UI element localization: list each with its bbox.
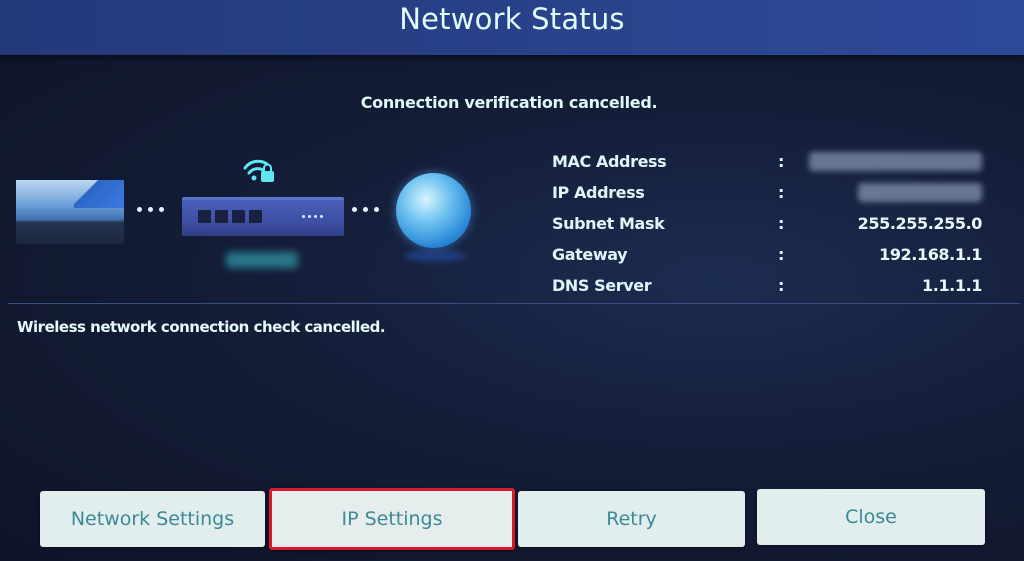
wifi-lock-icon (243, 159, 274, 182)
info-separator: : (778, 214, 784, 233)
info-value: 1.1.1.1 (922, 276, 982, 295)
connection-dots-left (137, 207, 164, 212)
page-title: Network Status (399, 2, 625, 36)
info-value-obscured: 192.168.1.100 (857, 183, 982, 202)
globe-icon (396, 173, 471, 248)
info-separator: : (778, 152, 784, 171)
network-info-table: MAC Address : XX:XX:XX:XX:XX:XX IP Addre… (552, 150, 982, 305)
ip-settings-button[interactable]: IP Settings (269, 488, 515, 550)
info-label: DNS Server (552, 276, 652, 295)
info-row-dns-server: DNS Server : 1.1.1.1 (552, 274, 982, 305)
network-settings-button[interactable]: Network Settings (40, 491, 265, 547)
info-row-subnet-mask: Subnet Mask : 255.255.255.0 (552, 212, 982, 243)
section-divider (8, 303, 1020, 304)
info-row-ip-address: IP Address : 192.168.1.100 (552, 181, 982, 212)
tv-icon (16, 180, 124, 244)
wireless-status-message: Wireless network connection check cancel… (17, 318, 386, 336)
info-label: MAC Address (552, 152, 667, 171)
info-row-gateway: Gateway : 192.168.1.1 (552, 243, 982, 274)
info-label: Subnet Mask (552, 214, 665, 233)
info-label: Gateway (552, 245, 628, 264)
info-separator: : (778, 245, 784, 264)
router-icon (182, 197, 344, 236)
retry-button[interactable]: Retry (518, 491, 745, 547)
info-value-obscured: XX:XX:XX:XX:XX:XX (808, 152, 982, 171)
verification-status-text: Connection verification cancelled. (360, 93, 658, 112)
info-value: 255.255.255.0 (857, 214, 983, 233)
header-bar: Network Status (0, 0, 1024, 55)
info-separator: : (778, 183, 784, 202)
info-value: 192.168.1.1 (879, 245, 982, 264)
router-name-obscured (226, 252, 298, 268)
globe-reflection (404, 250, 466, 262)
info-row-mac-address: MAC Address : XX:XX:XX:XX:XX:XX (552, 150, 982, 181)
connection-dots-right (352, 207, 379, 212)
close-button[interactable]: Close (757, 489, 985, 545)
info-separator: : (778, 276, 784, 295)
info-label: IP Address (552, 183, 645, 202)
